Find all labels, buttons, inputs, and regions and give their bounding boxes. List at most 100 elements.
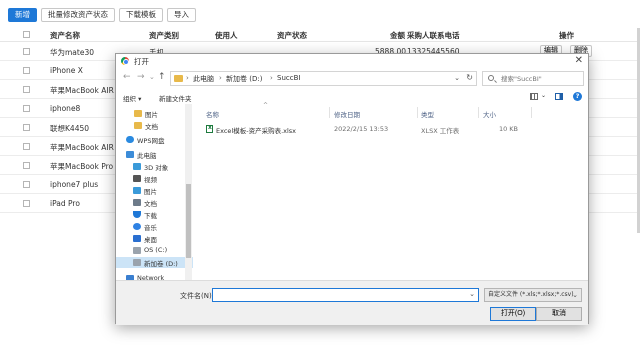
header-user[interactable]: 使用人	[215, 30, 238, 41]
filter-dropdown-icon[interactable]: ⌄	[572, 289, 578, 301]
nav-item[interactable]: 图片	[116, 185, 193, 196]
file-type-filter-value: 自定义文件 (*.xls;*.xlsx;*.csv)	[488, 291, 574, 298]
search-input[interactable]	[501, 74, 581, 84]
address-bar[interactable]: › 此电脑 › 新加卷 (D:) › SuccBI ⌄ ↻	[170, 71, 477, 86]
row-checkbox[interactable]	[23, 67, 30, 74]
column-size[interactable]: 大小	[483, 109, 496, 119]
import-button[interactable]: 导入	[167, 8, 196, 22]
download-icon	[133, 211, 141, 218]
nav-item[interactable]: WPS网盘	[116, 134, 193, 145]
row-checkbox[interactable]	[23, 48, 30, 55]
breadcrumb-drive-d[interactable]: 新加卷 (D:)	[226, 74, 262, 84]
close-icon[interactable]: ✕	[575, 54, 583, 67]
dialog-footer: 文件名(N): ⌄ 自定义文件 (*.xls;*.xlsx;*.csv) ⌄ 打…	[116, 280, 588, 325]
help-icon[interactable]: ?	[573, 92, 582, 101]
add-button[interactable]: 新增	[8, 8, 37, 22]
row-checkbox[interactable]	[23, 162, 30, 169]
download-template-button[interactable]: 下载模板	[119, 8, 163, 22]
nav-item[interactable]: 桌面	[116, 233, 193, 244]
navigation-bar: ← → ⌄ ↑ › 此电脑 › 新加卷 (D:) › SuccBI ⌄ ↻	[116, 70, 588, 86]
nav-item-label: 视频	[144, 176, 157, 184]
navigation-pane-scrollbar[interactable]	[185, 104, 192, 280]
cancel-button[interactable]: 取消	[536, 307, 582, 321]
nav-item-label: 图片	[145, 111, 158, 119]
column-divider[interactable]	[478, 107, 479, 118]
organize-menu[interactable]: 组织 ▾	[123, 93, 141, 103]
folder-icon	[134, 122, 142, 129]
column-type[interactable]: 类型	[421, 109, 434, 119]
scrollbar-thumb[interactable]	[186, 184, 191, 258]
computer-icon	[126, 151, 134, 158]
nav-item[interactable]: 图片	[116, 108, 193, 119]
row-checkbox[interactable]	[23, 200, 30, 207]
filename-dropdown-icon[interactable]: ⌄	[469, 290, 475, 298]
excel-file-icon	[206, 124, 213, 133]
nav-item[interactable]: 新加卷 (D:)	[116, 257, 193, 268]
select-all-checkbox[interactable]	[23, 31, 30, 38]
search-box[interactable]	[482, 71, 584, 86]
dialog-titlebar[interactable]: 打开 ✕	[116, 54, 588, 68]
drive-icon	[133, 247, 141, 254]
address-dropdown-icon[interactable]: ⌄	[454, 74, 460, 82]
file-type-filter[interactable]: 自定义文件 (*.xls;*.xlsx;*.csv) ⌄	[484, 288, 582, 302]
open-button[interactable]: 打开(O)	[490, 307, 536, 321]
new-folder-button[interactable]: 新建文件夹	[159, 93, 192, 103]
column-modified[interactable]: 修改日期	[334, 109, 360, 119]
row-checkbox[interactable]	[23, 105, 30, 112]
nav-item[interactable]: 下载	[116, 209, 193, 220]
breadcrumb-succbi[interactable]: SuccBI	[277, 74, 300, 82]
nav-item-label: OS (C:)	[144, 246, 168, 254]
asset-name: 苹果MacBook AIR	[50, 86, 114, 95]
nav-item-label: 文档	[144, 200, 157, 208]
nav-item-label: 下载	[144, 212, 157, 220]
asset-name: iphone8	[50, 104, 81, 113]
asset-name: 苹果MacBook Pro	[50, 162, 114, 171]
row-checkbox[interactable]	[23, 143, 30, 150]
nav-item[interactable]: 文档	[116, 197, 193, 208]
preview-pane-icon[interactable]	[555, 93, 563, 100]
header-name[interactable]: 资产名称	[50, 30, 80, 41]
breadcrumb-separator: ›	[219, 74, 222, 82]
header-purchaser-phone[interactable]: 采购人联系电话	[407, 30, 460, 41]
header-status[interactable]: 资产状态	[277, 30, 307, 41]
nav-item[interactable]: OS (C:)	[116, 245, 193, 256]
command-bar: 组织 ▾ 新建文件夹 ⌄ ?	[116, 90, 588, 104]
breadcrumb-this-pc[interactable]: 此电脑	[193, 74, 214, 84]
filename-combobox[interactable]: ⌄	[212, 288, 479, 302]
back-arrow-icon[interactable]: ←	[123, 71, 131, 83]
row-checkbox[interactable]	[23, 124, 30, 131]
row-checkbox[interactable]	[23, 86, 30, 93]
folder-icon	[134, 110, 142, 117]
asset-name: 华为mate30	[50, 48, 95, 57]
recent-locations-chevron-icon[interactable]: ⌄	[149, 71, 155, 83]
nav-item[interactable]: 视频	[116, 173, 193, 184]
view-options-icon[interactable]	[530, 93, 538, 100]
file-type: XLSX 工作表	[421, 127, 460, 135]
nav-item-label: 3D 对象	[144, 164, 169, 172]
view-dropdown-icon[interactable]: ⌄	[541, 92, 546, 99]
refresh-icon[interactable]: ↻	[466, 73, 473, 82]
batch-status-button[interactable]: 批量修改资产状态	[41, 8, 115, 22]
file-size: 10 KB	[498, 125, 518, 133]
header-category[interactable]: 资产类别	[149, 30, 179, 41]
asset-name: iPad Pro	[50, 199, 80, 208]
filename-input[interactable]	[215, 290, 465, 300]
nav-item-label: 音乐	[144, 224, 157, 232]
row-checkbox[interactable]	[23, 181, 30, 188]
up-arrow-icon[interactable]: ↑	[158, 71, 166, 83]
column-divider[interactable]	[329, 107, 330, 118]
column-name[interactable]: 名称	[206, 109, 219, 119]
column-divider[interactable]	[417, 107, 418, 118]
forward-arrow-icon[interactable]: →	[137, 71, 145, 83]
header-amount[interactable]: 金额	[390, 30, 405, 41]
nav-item[interactable]: 文档	[116, 120, 193, 131]
nav-item[interactable]: 音乐	[116, 221, 193, 232]
nav-item[interactable]: 此电脑	[116, 149, 193, 160]
file-row[interactable]: Excel模板-资产采购表.xlsx 2022/2/15 13:53 XLSX …	[198, 123, 588, 135]
table-header: 资产名称 资产类别 使用人 资产状态 金额 采购人联系电话 操作	[0, 28, 640, 42]
chrome-icon	[121, 57, 129, 65]
nav-item[interactable]: 3D 对象	[116, 161, 193, 172]
drive-icon	[133, 259, 141, 266]
column-divider[interactable]	[531, 107, 532, 118]
nav-item[interactable]: Network	[116, 273, 193, 280]
